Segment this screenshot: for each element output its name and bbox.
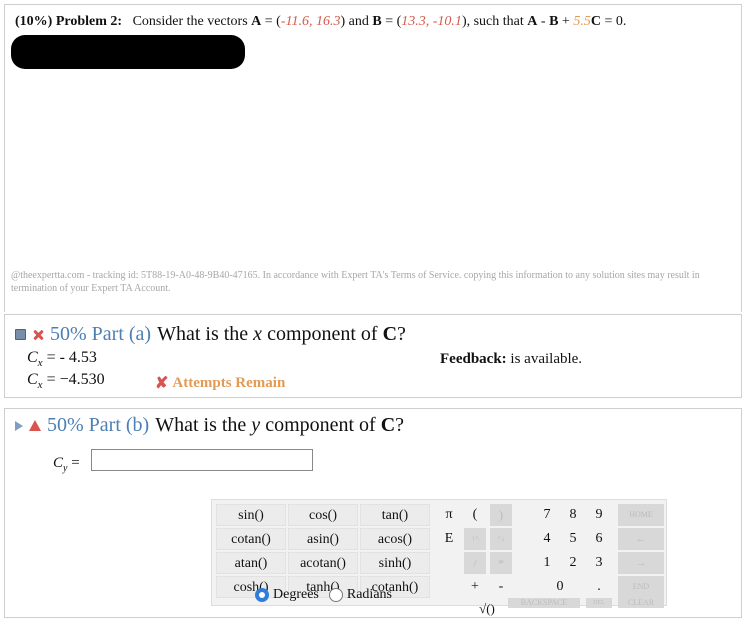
key-3[interactable]: 3: [588, 552, 610, 574]
key-sin[interactable]: sin(): [216, 504, 286, 526]
radians-label: Radians: [346, 587, 392, 602]
redacted-region: [11, 35, 245, 69]
key-6[interactable]: 6: [588, 528, 610, 550]
key-asin[interactable]: asin(): [288, 528, 358, 550]
key-end[interactable]: END: [618, 576, 664, 598]
key-home[interactable]: HOME: [618, 504, 664, 526]
key-7[interactable]: 7: [536, 504, 558, 526]
key-cotan[interactable]: cotan(): [216, 528, 286, 550]
key-8[interactable]: 8: [562, 504, 584, 526]
attempts-x-icon: ✘: [155, 375, 169, 392]
coefficient: 5.5: [573, 14, 591, 29]
save-icon[interactable]: [15, 329, 26, 340]
key-right-arrow[interactable]: →: [618, 552, 664, 574]
problem-header: (10%) Problem 2:: [15, 14, 123, 29]
key-acotan[interactable]: acotan(): [288, 552, 358, 574]
vector-b-values: 13.3, -10.1: [401, 14, 462, 29]
part-b-header: 50% Part (b) What is the y component of …: [15, 414, 404, 437]
play-icon[interactable]: [15, 420, 23, 431]
key-superscript[interactable]: ↑^: [464, 528, 486, 550]
vector-b-name: B: [372, 14, 382, 29]
key-sinh[interactable]: sinh(): [360, 552, 430, 574]
key-acos[interactable]: acos(): [360, 528, 430, 550]
key-9[interactable]: 9: [588, 504, 610, 526]
key-decimal[interactable]: .: [588, 576, 610, 598]
key-1[interactable]: 1: [536, 552, 558, 574]
previous-answer-2: Cx = −4.530: [27, 371, 105, 392]
key-plus[interactable]: +: [464, 576, 486, 598]
key-2[interactable]: 2: [562, 552, 584, 574]
key-e[interactable]: E: [438, 528, 460, 550]
part-a-title: 50% Part (a): [50, 323, 152, 345]
key-tan[interactable]: tan(): [360, 504, 430, 526]
key-pi[interactable]: π: [438, 504, 460, 526]
key-cos[interactable]: cos(): [288, 504, 358, 526]
vector-a-name: A: [251, 14, 262, 29]
tracking-watermark: @theexpertta.com - tracking id: 5T88-19-…: [11, 270, 700, 294]
key-5[interactable]: 5: [562, 528, 584, 550]
key-0[interactable]: 0: [549, 576, 571, 598]
problem-statement: (10%) Problem 2: Consider the vectors A …: [15, 14, 627, 29]
degrees-radio[interactable]: [255, 588, 269, 602]
key-sqrt[interactable]: √(): [470, 598, 504, 620]
answer-input-label: Cy =: [53, 455, 80, 474]
problem-text: Consider the vectors: [132, 14, 252, 29]
radians-radio[interactable]: [328, 588, 343, 602]
key-divide[interactable]: /: [464, 552, 486, 574]
part-a-question: What is the x component of C?: [157, 323, 406, 345]
part-b-title: 50% Part (b): [47, 414, 150, 436]
key-del[interactable]: DEL: [586, 598, 612, 608]
feedback-link[interactable]: Feedback: is available.: [440, 351, 582, 368]
part-b-panel: 50% Part (b) What is the y component of …: [4, 408, 742, 618]
key-close-paren[interactable]: ): [490, 504, 512, 526]
key-minus[interactable]: -: [490, 576, 512, 598]
attempts-status: ✘ Attempts Remain: [155, 374, 286, 393]
vector-a-values: -11.6, 16.3: [280, 14, 341, 29]
part-a-panel: 50% Part (a) What is the x component of …: [4, 314, 742, 398]
key-backspace[interactable]: BACKSPACE: [508, 598, 580, 608]
part-a-header: 50% Part (a) What is the x component of …: [15, 323, 406, 346]
angle-mode-selector: Degrees Radians: [255, 587, 392, 603]
key-multiply[interactable]: *: [490, 552, 512, 574]
key-left-arrow[interactable]: ←: [618, 528, 664, 550]
incorrect-icon: [32, 329, 44, 341]
degrees-label: Degrees: [273, 587, 319, 602]
key-subscript[interactable]: ^↓: [490, 528, 512, 550]
warning-icon: [29, 420, 41, 431]
part-b-question: What is the y component of C?: [155, 414, 405, 436]
problem-panel: (10%) Problem 2: Consider the vectors A …: [4, 4, 742, 312]
previous-answer-1: Cx = - 4.53: [27, 349, 97, 370]
key-open-paren[interactable]: (: [464, 504, 486, 526]
key-clear[interactable]: CLEAR: [618, 598, 664, 608]
key-atan[interactable]: atan(): [216, 552, 286, 574]
key-4[interactable]: 4: [536, 528, 558, 550]
answer-input[interactable]: [91, 449, 313, 471]
